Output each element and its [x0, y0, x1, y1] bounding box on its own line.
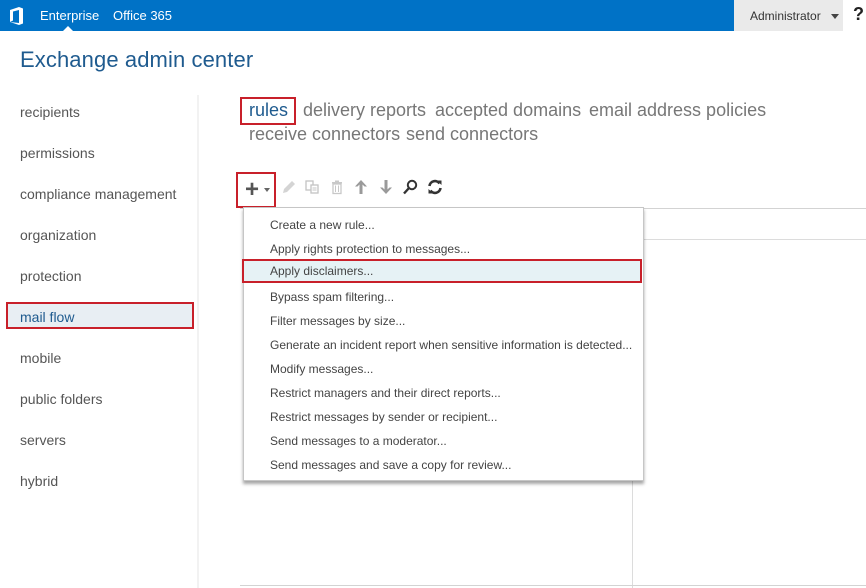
user-name[interactable]: Administrator	[750, 9, 821, 23]
menu-item-restrict-sender-recipient[interactable]: Restrict messages by sender or recipient…	[245, 405, 643, 429]
menu-item-bypass-spam-filtering[interactable]: Bypass spam filtering...	[245, 285, 643, 309]
office-logo-icon[interactable]	[8, 6, 26, 26]
office365-link[interactable]: Office 365	[113, 8, 172, 23]
refresh-icon	[428, 179, 442, 195]
tab-receive-connectors[interactable]: receive connectors	[249, 124, 400, 145]
help-icon[interactable]: ?	[853, 4, 864, 25]
nav-item-mail-flow[interactable]: mail flow	[6, 302, 194, 329]
new-rule-menu: Create a new rule... Apply rights protec…	[242, 207, 644, 481]
nav-item-organization[interactable]: organization	[20, 227, 96, 243]
search-icon	[403, 179, 418, 195]
chevron-down-icon[interactable]	[831, 14, 839, 19]
tab-rules[interactable]: rules	[240, 97, 297, 125]
menu-item-apply-rights-protection[interactable]: Apply rights protection to messages...	[245, 237, 643, 261]
edit-button[interactable]	[279, 176, 299, 198]
move-up-button[interactable]	[351, 176, 371, 198]
menu-item-modify-messages[interactable]: Modify messages...	[245, 357, 643, 381]
top-navigation-bar: Enterprise Office 365 Administrator ?	[0, 0, 866, 31]
arrow-down-icon	[380, 180, 392, 194]
menu-item-apply-disclaimers[interactable]: Apply disclaimers...	[242, 259, 642, 283]
trash-icon	[332, 180, 342, 195]
copy-button[interactable]	[302, 176, 322, 198]
tab-email-address-policies[interactable]: email address policies	[589, 100, 766, 121]
chevron-down-icon[interactable]	[264, 188, 270, 192]
menu-item-send-to-moderator[interactable]: Send messages to a moderator...	[245, 429, 643, 453]
refresh-button[interactable]	[425, 176, 445, 198]
delete-button[interactable]	[327, 176, 347, 198]
nav-item-compliance-management[interactable]: compliance management	[20, 186, 176, 202]
active-link-indicator	[63, 26, 73, 31]
left-navigation	[0, 95, 199, 588]
move-down-button[interactable]	[376, 176, 396, 198]
menu-item-create-new-rule[interactable]: Create a new rule...	[245, 213, 643, 237]
copy-icon	[305, 180, 319, 194]
nav-item-servers[interactable]: servers	[20, 432, 66, 448]
pencil-icon	[283, 181, 295, 193]
enterprise-link[interactable]: Enterprise	[40, 8, 99, 23]
nav-item-mobile[interactable]: mobile	[20, 350, 61, 366]
nav-item-permissions[interactable]: permissions	[20, 145, 95, 161]
nav-item-hybrid[interactable]: hybrid	[20, 473, 58, 489]
menu-item-filter-by-size[interactable]: Filter messages by size...	[245, 309, 643, 333]
page-title: Exchange admin center	[20, 47, 254, 72]
plus-icon[interactable]: +	[245, 178, 259, 202]
tab-delivery-reports[interactable]: delivery reports	[303, 100, 426, 121]
nav-item-recipients[interactable]: recipients	[20, 104, 80, 120]
menu-item-incident-report[interactable]: Generate an incident report when sensiti…	[245, 333, 643, 357]
grid-bottom-divider	[240, 585, 866, 586]
menu-item-restrict-managers[interactable]: Restrict managers and their direct repor…	[245, 381, 643, 405]
menu-item-send-and-save-copy[interactable]: Send messages and save a copy for review…	[245, 453, 643, 477]
help-button[interactable]: ?	[843, 0, 866, 31]
user-menu[interactable]: Administrator	[734, 0, 843, 31]
nav-item-public-folders[interactable]: public folders	[20, 391, 103, 407]
add-rule-button[interactable]: +	[236, 172, 276, 208]
tab-send-connectors[interactable]: send connectors	[406, 124, 538, 145]
nav-item-protection[interactable]: protection	[20, 268, 81, 284]
search-button[interactable]	[400, 176, 420, 198]
details-header-divider	[643, 239, 866, 240]
arrow-up-icon	[355, 180, 367, 194]
tab-accepted-domains[interactable]: accepted domains	[435, 100, 581, 121]
